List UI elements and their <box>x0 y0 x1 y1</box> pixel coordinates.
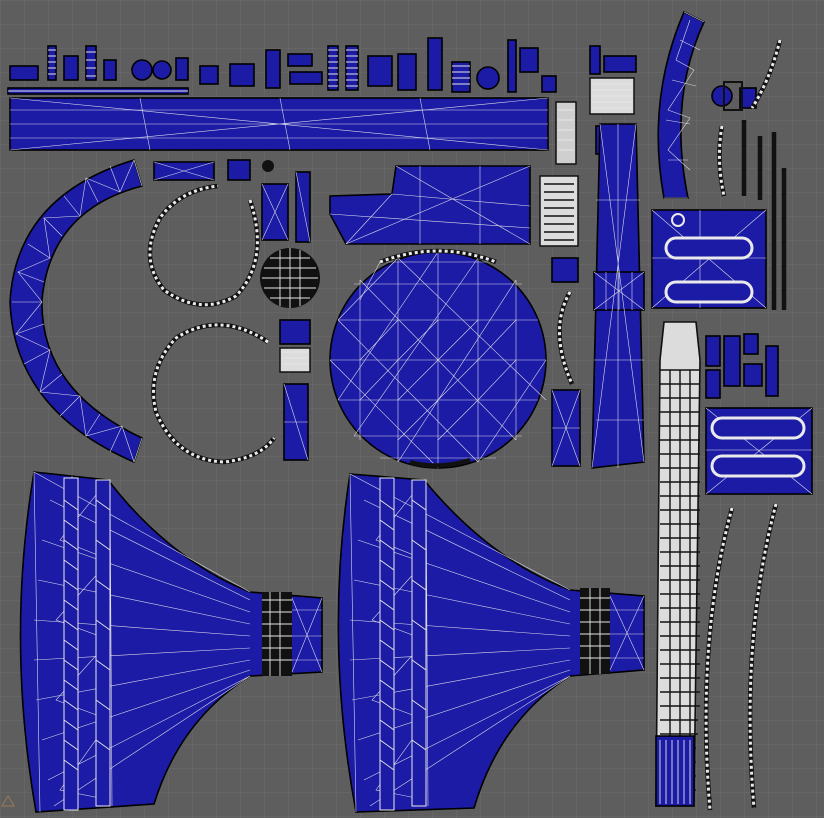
uv-island-panel-upper[interactable] <box>651 209 767 309</box>
uv-island-ribbed-column[interactable] <box>655 321 701 807</box>
uv-island-tall-strip[interactable] <box>591 123 645 469</box>
uv-editor-viewport[interactable] <box>0 0 824 818</box>
uv-island-panel-lower[interactable] <box>705 407 813 495</box>
uv-island-small-sphere[interactable] <box>260 248 320 308</box>
uv-canvas[interactable] <box>0 0 824 818</box>
uv-island-large-sphere[interactable] <box>329 248 547 469</box>
uv-island-long-strip[interactable] <box>9 97 549 151</box>
uv-island-small-cylinder[interactable] <box>279 319 311 461</box>
